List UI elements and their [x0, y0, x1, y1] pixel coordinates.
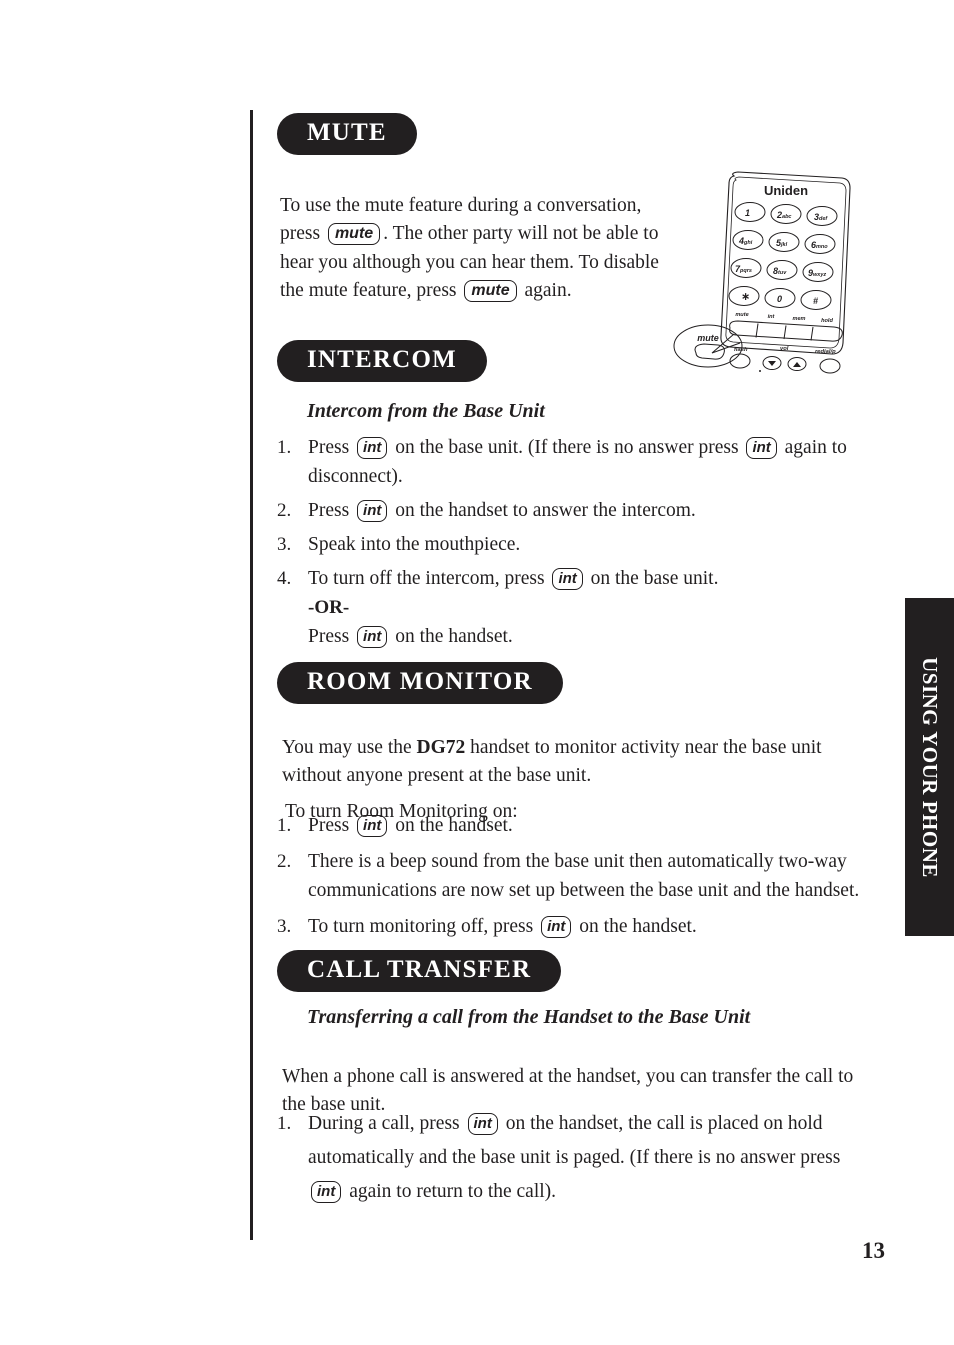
- list-item-number: 3.: [277, 534, 292, 555]
- list-item-text: There is a beep sound from the base unit…: [308, 851, 860, 901]
- list-item-number: 1.: [277, 815, 292, 836]
- bar-label-mute: mute: [735, 312, 748, 318]
- int-key-icon: int: [357, 626, 388, 648]
- volume-down-icon: [768, 361, 776, 366]
- list-item-text: Press int on the handset to answer the i…: [308, 496, 877, 525]
- int-key-icon: int: [746, 437, 777, 459]
- bar-label-hold: hold: [821, 318, 833, 324]
- step-text: again to return to the call).: [349, 1181, 557, 1202]
- key-hash: #: [813, 296, 818, 306]
- list-item-text: To turn off the intercom, press int on t…: [308, 564, 877, 651]
- key-star: ∗: [741, 291, 750, 303]
- list-item: 1. Press int on the base unit. (If there…: [277, 433, 877, 491]
- section-heading-call-transfer: CALL TRANSFER: [277, 950, 562, 993]
- int-key-icon: int: [357, 815, 388, 837]
- subheading-intercom-from-base-unit: Intercom from the Base Unit: [307, 400, 545, 422]
- key-8: 8tuv: [773, 266, 787, 276]
- list-item-text: Press int on the handset.: [308, 811, 882, 840]
- step-text: on the base unit.: [590, 568, 719, 589]
- room-monitor-steps-list: 1. Press int on the handset. 2. There is…: [277, 811, 882, 948]
- call-transfer-steps-list: 1. During a call, press int on the hands…: [277, 1107, 877, 1209]
- step-text: Press: [308, 626, 350, 647]
- page-number: 13: [862, 1238, 885, 1263]
- brand-label: Uniden: [764, 183, 808, 198]
- list-item: 3. Speak into the mouthpiece.: [277, 530, 877, 559]
- step-text: on the handset to answer the intercom.: [395, 500, 696, 521]
- int-key-icon: int: [357, 437, 388, 459]
- list-item-number: 4.: [277, 568, 292, 589]
- list-item: 1. During a call, press int on the hands…: [277, 1107, 877, 1209]
- list-item-number: 1.: [277, 437, 292, 458]
- step-text: on the base unit. (If there is no answer…: [395, 437, 739, 458]
- chapter-side-tab: USING YOUR PHONE: [905, 598, 954, 936]
- list-item: 2. There is a beep sound from the base u…: [277, 847, 882, 905]
- model-name: DG72: [416, 736, 466, 758]
- manual-page: USING YOUR PHONE 13 MUTE To use the mute…: [0, 0, 954, 1345]
- or-separator-label: -OR-: [308, 597, 350, 618]
- mute-text-3: again.: [524, 280, 572, 301]
- int-key-icon: int: [311, 1181, 342, 1203]
- list-item-text: To turn monitoring off, press int on the…: [308, 912, 882, 941]
- mute-key-icon-2: mute: [464, 280, 517, 302]
- key-1: 1: [745, 208, 750, 218]
- step-text: on the handset.: [395, 815, 513, 836]
- int-key-icon: int: [467, 1113, 498, 1135]
- intercom-steps-list: 1. Press int on the base unit. (If there…: [277, 433, 877, 656]
- volume-up-icon: [793, 362, 801, 367]
- list-item-number: 3.: [277, 916, 292, 937]
- int-key-icon: int: [357, 500, 388, 522]
- chapter-side-tab-label: USING YOUR PHONE: [918, 656, 942, 878]
- key-7: 7pqrs: [735, 264, 752, 274]
- list-item: 1. Press int on the handset.: [277, 811, 882, 840]
- step-text: To turn monitoring off, press: [308, 916, 534, 937]
- section-heading-room-monitor: ROOM MONITOR: [277, 662, 563, 705]
- bar-label-mem: mem: [792, 316, 805, 322]
- subheading-transferring-a-call: Transferring a call from the Handset to …: [307, 1006, 751, 1028]
- bottom-label-redial: redial/p: [815, 349, 836, 355]
- list-item-text: Speak into the mouthpiece.: [308, 530, 877, 559]
- key-4: 4ghi: [738, 236, 753, 246]
- mute-key-icon-1: mute: [327, 223, 381, 245]
- step-text: on the handset.: [395, 626, 513, 647]
- bottom-label-vol: vol: [780, 346, 789, 352]
- step-text: To turn off the intercom, press: [308, 568, 545, 589]
- list-item: 2. Press int on the handset to answer th…: [277, 496, 877, 525]
- bar-label-int: int: [768, 314, 776, 320]
- page-left-rule: [250, 110, 253, 1240]
- list-item: 3. To turn monitoring off, press int on …: [277, 912, 882, 941]
- list-item-text: During a call, press int on the handset,…: [308, 1107, 877, 1209]
- key-5: 5jkl: [776, 238, 788, 248]
- callout-label-mute: mute: [697, 333, 719, 343]
- key-3: 3def: [814, 212, 828, 222]
- step-text: Press: [308, 815, 350, 836]
- list-item-number: 2.: [277, 851, 292, 872]
- key-6: 6mno: [811, 240, 828, 250]
- mute-paragraph: To use the mute feature during a convers…: [280, 192, 670, 306]
- key-0: 0: [777, 294, 782, 304]
- step-text: Press: [308, 437, 350, 458]
- section-heading-mute: MUTE: [277, 113, 417, 156]
- list-item: 4. To turn off the intercom, press int o…: [277, 564, 877, 651]
- section-heading-intercom: INTERCOM: [277, 340, 487, 383]
- int-key-icon: int: [552, 568, 583, 590]
- list-item-number: 2.: [277, 500, 292, 521]
- list-item-number: 1.: [277, 1113, 292, 1134]
- key-2: 2abc: [776, 210, 792, 220]
- step-text: Press: [308, 500, 350, 521]
- list-item-text: Press int on the base unit. (If there is…: [308, 433, 877, 491]
- step-text: During a call, press: [308, 1113, 460, 1134]
- room-monitor-intro-paragraph: You may use the DG72 handset to monitor …: [282, 734, 882, 791]
- step-text: Speak into the mouthpiece.: [308, 534, 521, 555]
- int-key-icon: int: [541, 916, 572, 938]
- key-9: 9wxyz: [808, 268, 826, 278]
- step-text: on the handset.: [579, 916, 697, 937]
- room-intro-text-1: You may use the: [282, 736, 412, 758]
- base-unit-keypad-illustration: Uniden 1 2abc 3def 4ghi 5jkl 6mno 7pqrs …: [672, 168, 872, 376]
- diagram-mark: [759, 370, 761, 372]
